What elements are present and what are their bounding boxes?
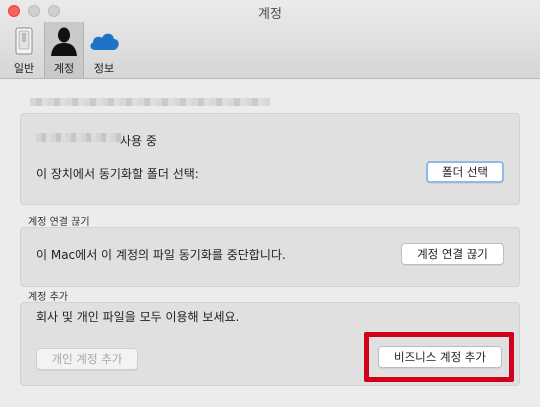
unlink-account-button[interactable]: 계정 연결 끊기 [401,243,504,265]
tab-account[interactable]: 계정 [44,22,84,78]
choose-folder-button[interactable]: 폴더 선택 [426,161,504,183]
highlight-box [364,332,514,382]
redacted-account-email [30,98,270,106]
tab-general[interactable]: 일반 [4,22,44,78]
tab-info-label: 정보 [93,62,115,75]
unlink-section-title: 계정 연결 끊기 [28,217,90,228]
sync-folder-label: 이 장치에서 동기화할 폴더 선택: [36,167,199,181]
add-account-section-title: 계정 추가 [28,292,68,303]
add-account-description: 회사 및 개인 파일을 모두 이용해 보세요. [36,310,240,324]
window-title: 계정 [258,7,282,22]
person-icon [51,27,77,56]
add-personal-account-button[interactable]: 개인 계정 추가 [36,348,138,370]
preferences-window: 계정 일반 계정 정보 사용 중 이 장치에서 동기화할 폴더 선택: 폴더 선… [0,0,540,407]
redacted-usage-amount [36,133,122,142]
tab-account-label: 계정 [53,62,75,75]
tab-general-label: 일반 [13,62,35,75]
switch-icon [15,27,33,55]
toolbar: 계정 일반 계정 정보 [0,0,540,79]
unlink-description: 이 Mac에서 이 계정의 파일 동기화를 중단합니다. [36,248,286,262]
usage-label: 사용 중 [120,134,157,148]
account-panel [20,113,520,205]
tab-info[interactable]: 정보 [84,22,124,78]
cloud-icon [90,33,119,50]
